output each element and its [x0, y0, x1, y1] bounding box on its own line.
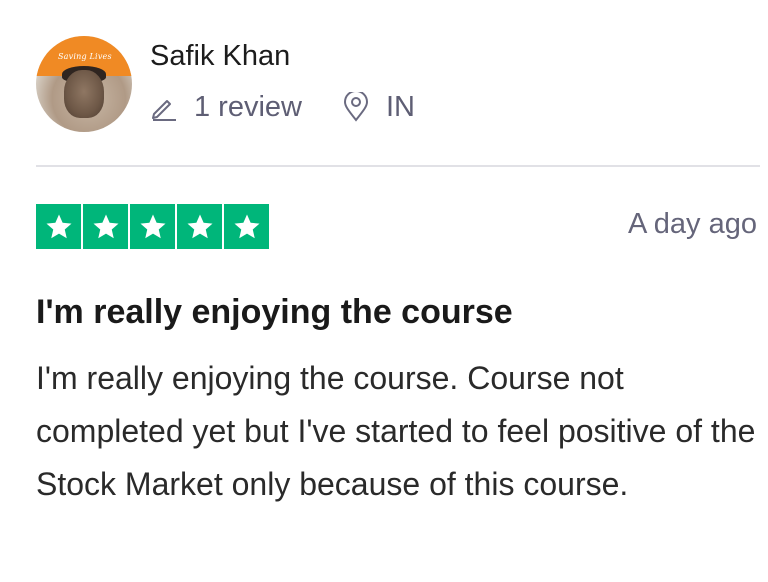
review-date: A day ago — [628, 208, 757, 240]
reviewer-header: Saving Lives Safik Khan 1 review IN — [36, 36, 756, 132]
avatar-face — [64, 70, 104, 118]
star-icon — [187, 214, 212, 238]
review-title[interactable]: I'm really enjoying the course — [36, 293, 513, 332]
star-box — [177, 204, 222, 249]
star-box — [130, 204, 175, 249]
star-icon — [234, 214, 259, 238]
country-label: IN — [386, 90, 415, 123]
star-icon — [93, 214, 118, 238]
star-icon — [140, 214, 165, 238]
star-box — [224, 204, 269, 249]
pencil-icon — [152, 100, 176, 121]
avatar-banner-text: Saving Lives — [58, 52, 112, 61]
reviewer-name[interactable]: Safik Khan — [150, 40, 290, 73]
divider — [36, 165, 760, 167]
review-count-label: 1 review — [194, 90, 302, 123]
avatar[interactable]: Saving Lives — [36, 36, 132, 132]
reviewer-country: IN — [342, 91, 415, 124]
location-pin-icon — [343, 92, 369, 122]
star-rating — [36, 204, 271, 249]
star-icon — [46, 214, 71, 238]
star-box — [83, 204, 128, 249]
reviewer-meta: 1 review IN — [150, 91, 415, 124]
star-box — [36, 204, 81, 249]
review-body: I'm really enjoying the course. Course n… — [36, 360, 756, 502]
review-count: 1 review — [150, 91, 302, 124]
